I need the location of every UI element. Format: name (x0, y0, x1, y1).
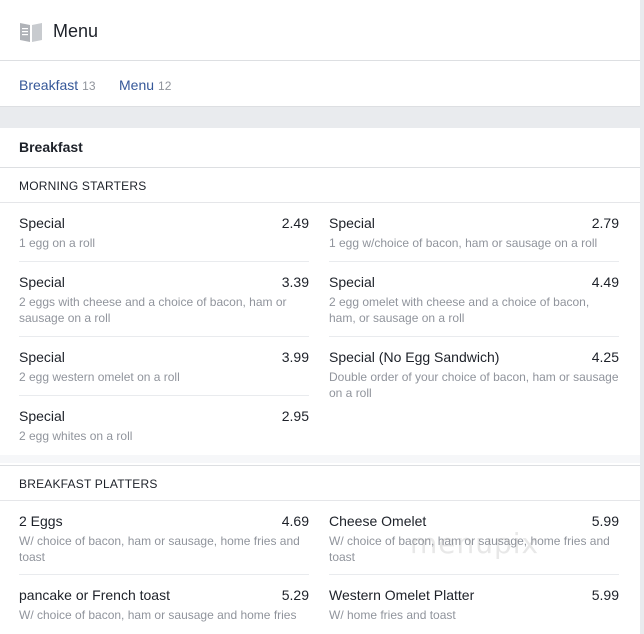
item-price: 4.25 (591, 349, 619, 365)
item-name: Special (329, 215, 375, 231)
group-title: MORNING STARTERS (19, 179, 147, 193)
group-header: MORNING STARTERS (0, 167, 640, 203)
item-price: 5.99 (591, 513, 619, 529)
item-price: 2.95 (281, 408, 309, 424)
item-price: 2.49 (281, 215, 309, 231)
watermark-logo: menupix (410, 527, 540, 560)
item-price: 3.39 (281, 274, 309, 290)
section-title: Breakfast (19, 139, 83, 155)
item-name: Special (19, 215, 65, 231)
tab-count: 12 (158, 79, 172, 93)
item-price: 2.79 (591, 215, 619, 231)
group-title: BREAKFAST PLATTERS (19, 477, 158, 491)
tab-label: Menu (119, 77, 155, 93)
item-name: pancake or French toast (19, 587, 170, 603)
group-header: BREAKFAST PLATTERS (0, 465, 640, 501)
item-description: 1 egg on a roll (19, 236, 96, 250)
item-name: 2 Eggs (19, 513, 63, 529)
item-name: Special (19, 274, 65, 290)
item-divider (329, 574, 619, 575)
item-description: 2 egg whites on a roll (19, 429, 133, 443)
item-description: 1 egg w/choice of bacon, ham or sausage … (329, 236, 598, 250)
item-name: Special (No Egg Sandwich) (329, 349, 500, 365)
menu-header: Menu (0, 0, 640, 61)
item-divider (329, 336, 619, 337)
item-description: 2 egg omelet with cheese and a choice of… (329, 295, 590, 325)
item-description: 2 eggs with cheese and a choice of bacon… (19, 295, 287, 325)
item-description: W/ home fries and toast (329, 608, 456, 622)
item-divider (329, 261, 619, 262)
tab-breakfast[interactable]: Breakfast 13 (19, 77, 96, 93)
item-name: Western Omelet Platter (329, 587, 475, 603)
tab-count: 13 (82, 79, 96, 93)
item-name: Special (19, 349, 65, 365)
section-gap (0, 455, 640, 463)
tab-label: Breakfast (19, 77, 79, 93)
item-description: W/ choice of bacon, ham or sausage, home… (19, 534, 300, 564)
item-price: 3.99 (281, 349, 309, 365)
menu-tabs: Breakfast 13 Menu 12 (0, 61, 640, 107)
item-price: 4.69 (281, 513, 309, 529)
item-description: W/ choice of bacon, ham or sausage and h… (19, 608, 297, 622)
item-price: 5.99 (591, 587, 619, 603)
item-divider (19, 336, 309, 337)
item-name: Special (19, 408, 65, 424)
tab-menu[interactable]: Menu 12 (119, 77, 171, 93)
item-description: Double order of your choice of bacon, ha… (329, 370, 619, 400)
item-price: 4.49 (591, 274, 619, 290)
item-divider (19, 574, 309, 575)
item-name: Special (329, 274, 375, 290)
item-divider (19, 395, 309, 396)
item-price: 5.29 (281, 587, 309, 603)
menu-section: Breakfast MORNING STARTERS Special 2.49 … (0, 128, 640, 634)
item-description: 2 egg western omelet on a roll (19, 370, 180, 384)
page-title: Menu (53, 21, 99, 41)
item-divider (19, 261, 309, 262)
menu-book-icon (20, 23, 42, 42)
scrollbar[interactable] (640, 0, 644, 634)
